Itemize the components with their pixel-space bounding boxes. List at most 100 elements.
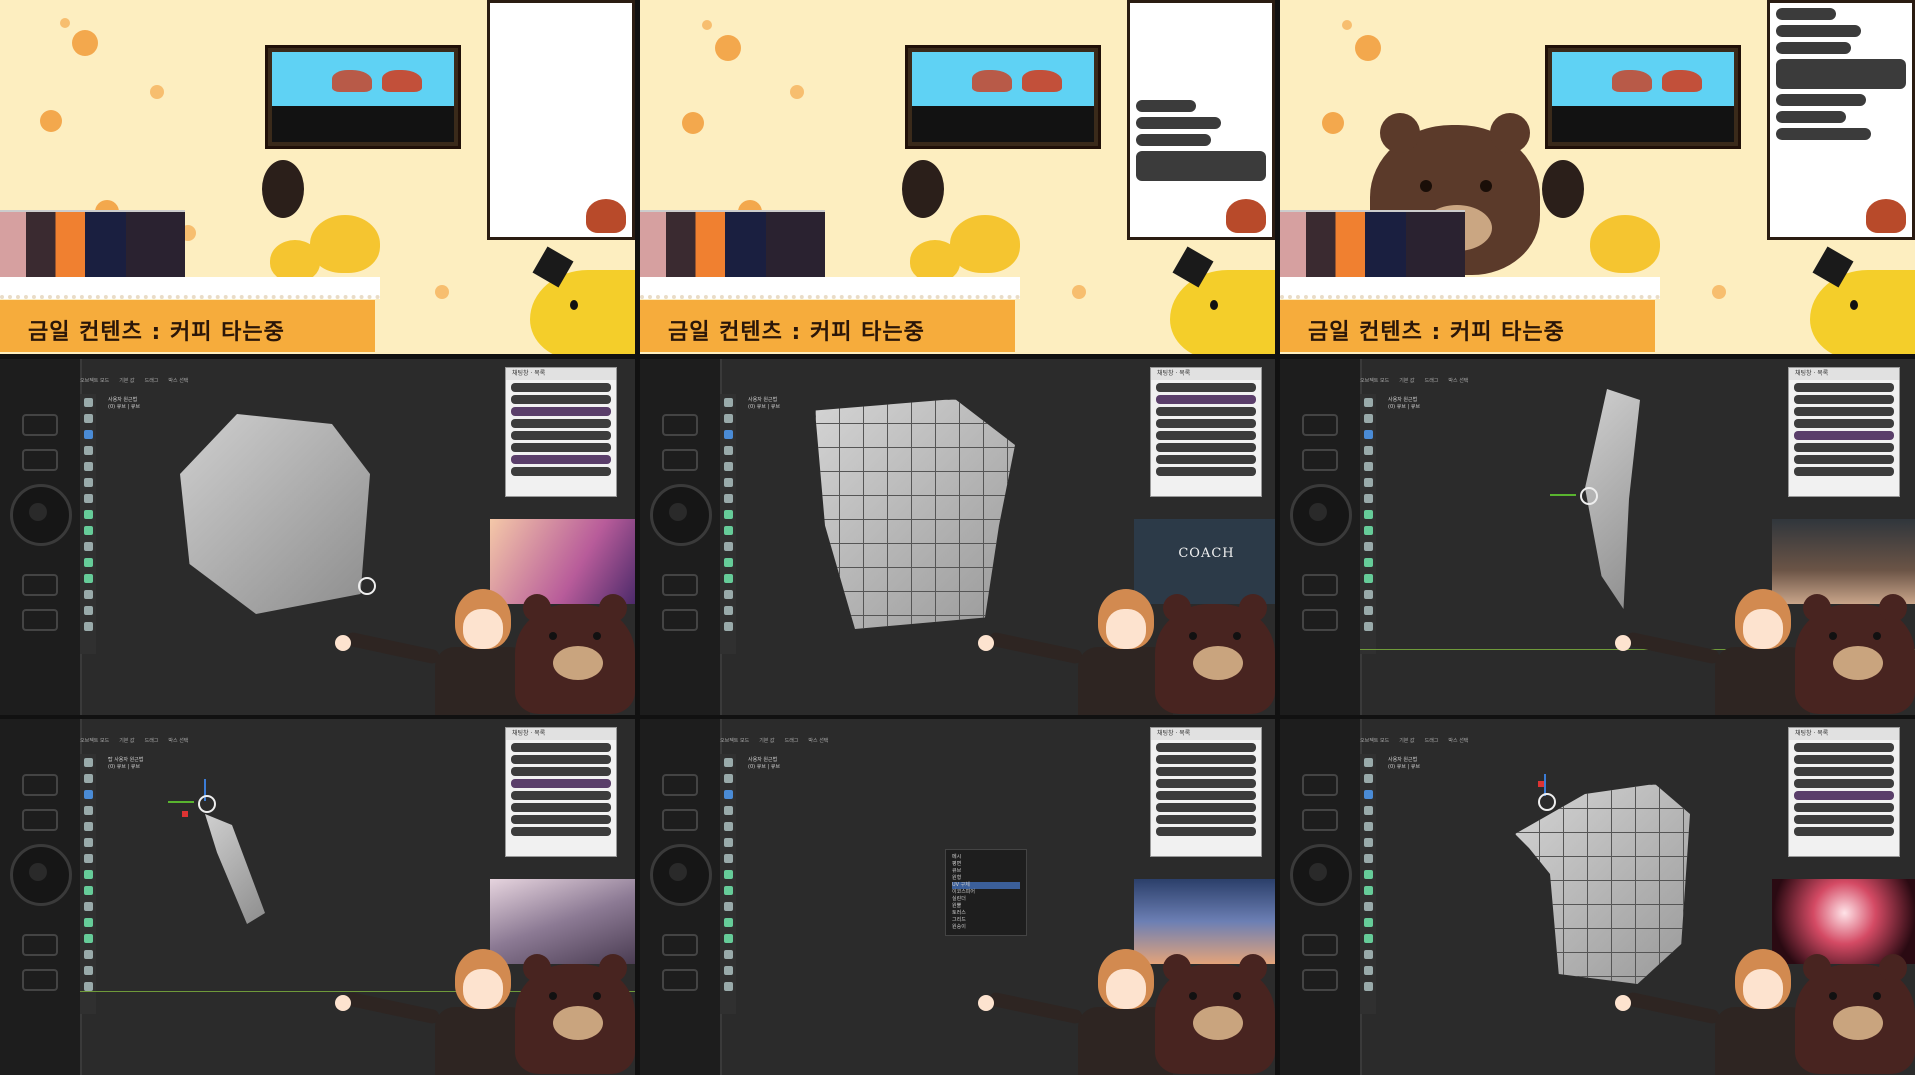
blender-panel-5: 사용자 원근법 (0) 큐브 | 큐브 채팅창 · 목록 COACH <box>640 359 1275 715</box>
helmet-visor-mesh[interactable] <box>1515 784 1690 984</box>
hanging-scroll-picture <box>905 45 1101 149</box>
blender-panel-8: 오브젝트 모드 기본 값 드래그 박스 선택 사용자 원근법 (0) 큐브 | 큐브 메… <box>640 719 1275 1075</box>
lace-shelf <box>0 277 380 299</box>
scroll-picture-scene <box>1552 52 1734 142</box>
photo-strip <box>640 210 825 280</box>
scroll-figure <box>972 70 1012 92</box>
viewport-info: 사용자 원근법 (0) 큐브 | 큐브 <box>1388 757 1420 770</box>
menu-item-uv-sphere[interactable]: UV 구체 <box>952 882 1020 889</box>
chick-mascot-icon <box>310 215 380 273</box>
menu-item-grid[interactable]: 그리드 <box>952 917 1020 924</box>
bear-avatar-icon <box>515 594 635 714</box>
add-mesh-menu[interactable]: 메시 평면 큐브 원형 UV 구체 이코스피어 실린더 원뿔 토러스 그리드 원… <box>945 849 1027 936</box>
bear-mascot-icon <box>1866 199 1906 233</box>
scroll-figure <box>382 70 422 92</box>
transform-gizmo[interactable] <box>198 795 216 813</box>
hanging-scroll-picture <box>265 45 461 149</box>
head-mesh[interactable] <box>815 399 1015 629</box>
drawing-tablet <box>0 719 82 1075</box>
paw-print-icon <box>1072 285 1086 299</box>
bear-puppet-icon <box>262 160 304 218</box>
scroll-picture-scene <box>912 52 1094 142</box>
caption-bar: 금일 컨텐츠 : 커피 타는중 <box>1280 300 1655 352</box>
blender-panel-4: 오브젝트 모드 기본 값 드래그 박스 선택 사용자 원근법 (0) 큐브 | 큐브 채… <box>0 359 635 715</box>
menu-item-cone[interactable]: 원뿔 <box>952 903 1020 910</box>
vtuber-avatar <box>1615 589 1810 715</box>
drawing-tablet <box>0 359 82 715</box>
gizmo-x-axis[interactable] <box>1550 494 1576 496</box>
caption-bar: 금일 컨텐츠 : 커피 타는중 <box>640 300 1015 352</box>
bear-avatar-icon <box>515 954 635 1074</box>
paw-print-icon <box>790 85 804 99</box>
tool-bar[interactable] <box>720 394 736 654</box>
paw-print-icon <box>1342 20 1352 30</box>
menu-item-monkey[interactable]: 원숭이 <box>952 924 1020 931</box>
viewport-info: 탑 사용자 원근법 (0) 큐브 | 큐브 <box>108 757 144 770</box>
paw-print-icon <box>72 30 98 56</box>
strip-mesh[interactable] <box>205 814 265 924</box>
menu-item-torus[interactable]: 토러스 <box>952 910 1020 917</box>
tool-bar[interactable] <box>1360 754 1376 1014</box>
chat-window: 채팅창 · 목록 <box>1150 727 1262 857</box>
pikachu-mascot-icon <box>530 246 635 354</box>
chat-message <box>1136 117 1266 129</box>
chat-message <box>1776 128 1906 140</box>
stream-panel-2: 금일 컨텐츠 : 커피 타는중 <box>640 0 1275 354</box>
paw-print-icon <box>702 20 712 30</box>
content-caption: 금일 컨텐츠 : 커피 타는중 <box>668 320 925 345</box>
menu-item-icosphere[interactable]: 이코스피어 <box>952 889 1020 896</box>
pikachu-mascot-icon <box>1170 246 1275 354</box>
screenshot-grid: 금일 컨텐츠 : 커피 타는중 금일 컨텐츠: 커피 타는중 금일 컨텐츠:… <box>0 0 1915 1075</box>
chat-message <box>1776 94 1906 106</box>
tool-bar[interactable] <box>1360 394 1376 654</box>
paw-print-icon <box>682 112 704 134</box>
chat-window: 채팅창 · 목록 <box>1788 367 1900 497</box>
menu-item-plane[interactable]: 평면 <box>952 861 1020 868</box>
paw-print-icon <box>715 35 741 61</box>
paw-print-icon <box>40 110 62 132</box>
content-caption: 금일 컨텐츠 : 커피 타는중 <box>1308 320 1565 345</box>
viewport-info: 사용자 원근법 (0) 큐브 | 큐브 <box>1388 397 1420 410</box>
bear-mascot-icon <box>586 199 626 233</box>
bear-puppet-icon <box>902 160 944 218</box>
tool-bar[interactable] <box>80 394 96 654</box>
paw-print-icon <box>60 18 70 28</box>
chat-message <box>1136 134 1266 146</box>
stream-panel-1: 금일 컨텐츠 : 커피 타는중 <box>0 0 635 354</box>
paw-print-icon <box>1712 285 1726 299</box>
chat-message <box>1136 151 1266 181</box>
menu-title: 메시 <box>952 854 962 860</box>
chat-message <box>1776 8 1906 20</box>
bear-avatar-icon <box>1155 954 1275 1074</box>
tool-bar[interactable] <box>720 754 736 1014</box>
vtuber-avatar <box>335 949 530 1075</box>
menu-item-circle[interactable]: 원형 <box>952 875 1020 882</box>
scroll-figure <box>1662 70 1702 92</box>
chat-message <box>1776 42 1906 54</box>
scroll-figure <box>1022 70 1062 92</box>
helmet-mesh[interactable] <box>180 414 370 614</box>
caption-bar: 금일 컨텐츠 : 커피 타는중 <box>0 300 375 352</box>
gizmo-red-handle[interactable] <box>182 811 188 817</box>
menu-item-cube[interactable]: 큐브 <box>952 868 1020 875</box>
viewport-info: 사용자 원근법 (0) 큐브 | 큐브 <box>748 397 780 410</box>
stream-panel-3: 금일 컨텐츠 : 커피 타는중 <box>1280 0 1915 354</box>
transform-gizmo[interactable] <box>358 577 376 595</box>
transform-gizmo[interactable] <box>1538 793 1556 811</box>
scroll-figure <box>332 70 372 92</box>
gizmo-red-handle[interactable] <box>1538 781 1544 787</box>
bear-puppet-icon <box>1542 160 1584 218</box>
drawing-tablet <box>640 359 722 715</box>
menu-item-cylinder[interactable]: 실린더 <box>952 896 1020 903</box>
chat-message <box>1776 59 1906 89</box>
vtuber-avatar <box>978 949 1173 1075</box>
chat-window: 채팅창 · 목록 <box>505 727 617 857</box>
gizmo-x-axis[interactable] <box>168 801 194 803</box>
vtuber-avatar <box>1615 949 1810 1075</box>
tool-bar[interactable] <box>80 754 96 1014</box>
drawing-tablet <box>640 719 722 1075</box>
stream-chat-box <box>487 0 635 240</box>
transform-gizmo[interactable] <box>1580 487 1598 505</box>
content-caption: 금일 컨텐츠 : 커피 타는중 <box>28 320 285 345</box>
chat-message <box>1776 111 1906 123</box>
